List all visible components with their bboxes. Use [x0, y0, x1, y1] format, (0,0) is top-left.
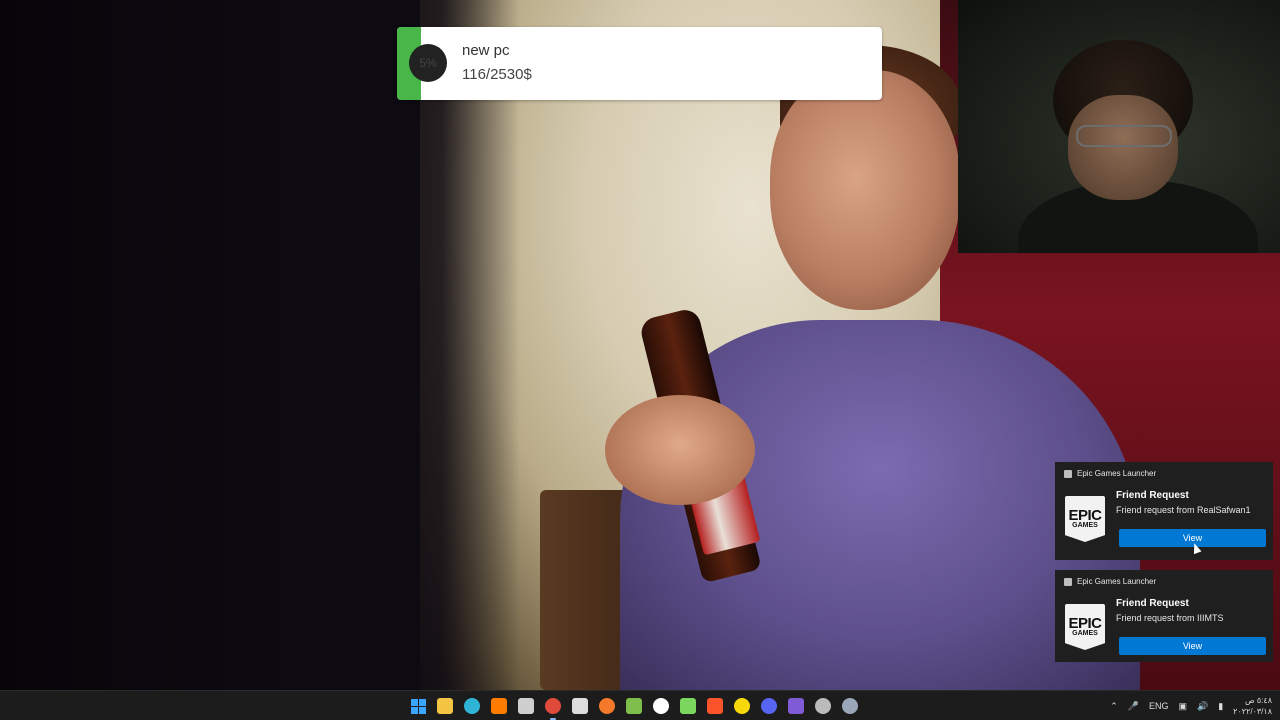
affinity-icon[interactable]	[785, 695, 807, 717]
notification-toast[interactable]: Epic Games Launcher EPIC GAMES Friend Re…	[1055, 570, 1273, 662]
start-icon[interactable]	[407, 695, 429, 717]
notification-message: Friend request from RealSafwan1	[1116, 505, 1251, 515]
discord-icon[interactable]	[758, 695, 780, 717]
volume-icon[interactable]: 🔊	[1197, 701, 1208, 712]
blender-icon[interactable]	[596, 695, 618, 717]
goal-name: new pc	[462, 42, 510, 59]
clock-date: ٢٠٢٢/٠٣/١٨	[1233, 707, 1272, 716]
epic-app-icon	[1064, 469, 1072, 478]
actor-hand	[605, 395, 755, 505]
epic-games-logo-icon: EPIC GAMES	[1065, 604, 1105, 650]
settings-icon[interactable]	[839, 695, 861, 717]
system-tray: ⌃ 🎤 ENG ▣ 🔊 ▮ ٥:٤٨ ص ٢٠٢٢/٠٣/١٨	[1110, 691, 1272, 720]
notification-app-name: Epic Games Launcher	[1077, 469, 1157, 478]
edge-icon[interactable]	[461, 695, 483, 717]
view-button[interactable]: View	[1119, 637, 1266, 655]
donation-goal-widget: 5% new pc 116/2530$	[397, 27, 882, 100]
streamer-face	[1068, 95, 1178, 200]
illustrator-icon[interactable]	[488, 695, 510, 717]
dark-foreground	[0, 0, 520, 690]
layers-app-icon[interactable]	[623, 695, 645, 717]
notification-app-name: Epic Games Launcher	[1077, 577, 1157, 586]
goal-amount: 116/2530$	[462, 66, 532, 83]
battery-icon[interactable]: ▮	[1218, 701, 1223, 712]
chrome-icon[interactable]	[542, 695, 564, 720]
network-icon[interactable]: ▣	[1178, 701, 1187, 712]
file-explorer-icon[interactable]	[434, 695, 456, 717]
epic-app-icon	[1064, 577, 1072, 586]
actor-face	[770, 70, 960, 310]
webcam-overlay	[958, 0, 1280, 253]
goal-percent-badge: 5%	[409, 44, 447, 82]
streamer-glasses	[1076, 125, 1172, 147]
media-player-icon[interactable]	[731, 695, 753, 717]
chat-app-icon[interactable]	[650, 695, 672, 717]
clock-time: ٥:٤٨ ص	[1244, 696, 1272, 705]
microsoft-store-icon[interactable]	[515, 695, 537, 717]
taskbar: ⌃ 🎤 ENG ▣ 🔊 ▮ ٥:٤٨ ص ٢٠٢٢/٠٣/١٨	[0, 690, 1280, 720]
chevron-up-icon[interactable]: ⌃	[1110, 701, 1118, 712]
epic-games-logo-icon: EPIC GAMES	[1065, 496, 1105, 542]
terminal-icon[interactable]	[677, 695, 699, 717]
seven-zip-icon[interactable]	[569, 695, 591, 717]
notification-message: Friend request from IIIMTS	[1116, 613, 1224, 623]
notification-toast[interactable]: Epic Games Launcher EPIC GAMES Friend Re…	[1055, 462, 1273, 560]
clock[interactable]: ٥:٤٨ ص ٢٠٢٢/٠٣/١٨	[1233, 695, 1272, 717]
brave-icon[interactable]	[704, 695, 726, 717]
notification-title: Friend Request	[1116, 490, 1189, 501]
taskbar-apps	[407, 691, 861, 720]
obs-icon[interactable]	[812, 695, 834, 717]
microphone-icon[interactable]: 🎤	[1128, 701, 1139, 712]
language-indicator[interactable]: ENG	[1149, 701, 1169, 711]
notification-title: Friend Request	[1116, 598, 1189, 609]
